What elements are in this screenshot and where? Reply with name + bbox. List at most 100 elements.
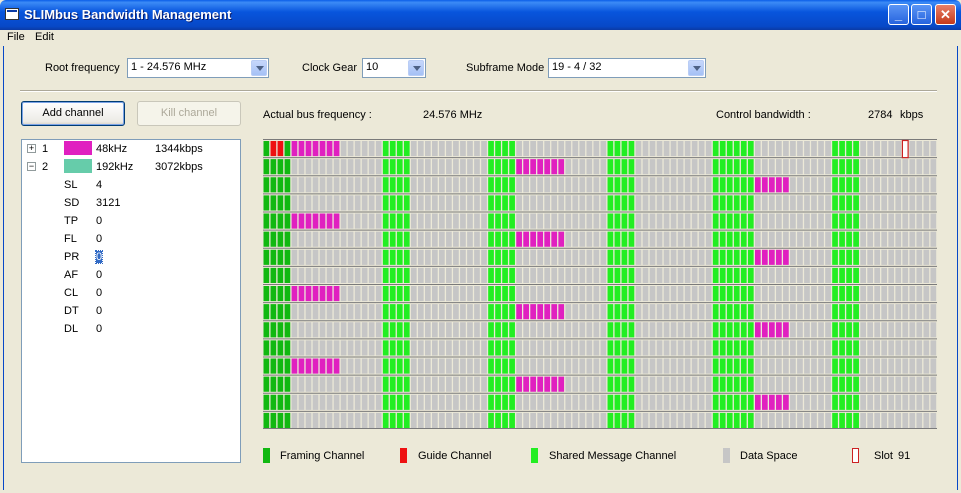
slot-cell[interactable]	[726, 286, 733, 302]
slot-cell[interactable]	[516, 358, 522, 374]
slot-cell[interactable]	[670, 340, 677, 356]
slot-cell[interactable]	[446, 394, 452, 410]
slot-cell[interactable]	[923, 231, 930, 247]
slot-cell[interactable]	[818, 195, 824, 211]
slot-cell[interactable]	[719, 159, 726, 175]
slot-cell[interactable]	[439, 141, 445, 157]
slot-cell[interactable]	[474, 195, 480, 211]
slot-cell[interactable]	[769, 394, 775, 410]
slot-cell[interactable]	[403, 159, 410, 175]
slot-cell[interactable]	[614, 159, 621, 175]
channel-detail-row[interactable]: AF 0	[22, 266, 240, 284]
slot-cell[interactable]	[537, 286, 544, 302]
slot-cell[interactable]	[670, 394, 677, 410]
slot-cell[interactable]	[649, 231, 656, 247]
slot-cell[interactable]	[677, 358, 684, 374]
slot-cell[interactable]	[600, 195, 607, 211]
slot-cell[interactable]	[881, 376, 888, 392]
slot-cell[interactable]	[607, 177, 614, 193]
slot-cell[interactable]	[453, 249, 459, 265]
slot-cell[interactable]	[502, 213, 508, 229]
slot-cell[interactable]	[417, 159, 424, 175]
slot-cell[interactable]	[389, 267, 396, 284]
slot-cell[interactable]	[495, 358, 501, 374]
slot-cell[interactable]	[453, 141, 459, 157]
slot-cell[interactable]	[410, 177, 417, 193]
slot-cell[interactable]	[607, 376, 614, 392]
slot-cell[interactable]	[839, 159, 845, 175]
slot-cell[interactable]	[832, 267, 838, 284]
slot-cell[interactable]	[361, 340, 368, 356]
slot-cell[interactable]	[663, 412, 670, 429]
slot-cell[interactable]	[502, 358, 508, 374]
slot-cell[interactable]	[558, 322, 565, 338]
slot-cell[interactable]	[719, 394, 726, 410]
slot-cell[interactable]	[740, 376, 747, 392]
slot-cell[interactable]	[488, 358, 494, 374]
slot-cell[interactable]	[593, 286, 600, 302]
slot-cell[interactable]	[916, 286, 923, 302]
slot-cell[interactable]	[551, 358, 558, 374]
slot-cell[interactable]	[635, 267, 642, 284]
slot-cell[interactable]	[642, 177, 649, 193]
slot-cell[interactable]	[488, 286, 494, 302]
slot-cell[interactable]	[888, 376, 895, 392]
slot-cell[interactable]	[284, 322, 291, 338]
slot-cell[interactable]	[670, 286, 677, 302]
slot-cell[interactable]	[754, 376, 761, 392]
slot-cell[interactable]	[319, 159, 326, 175]
slot-cell[interactable]	[530, 249, 537, 265]
slot-cell[interactable]	[460, 412, 466, 429]
slot-cell[interactable]	[354, 394, 361, 410]
slot-cell[interactable]	[340, 340, 347, 356]
slot-cell[interactable]	[705, 159, 712, 175]
slot-cell[interactable]	[572, 249, 579, 265]
slot-cell[interactable]	[663, 358, 670, 374]
slot-cell[interactable]	[776, 412, 782, 429]
slot-cell[interactable]	[523, 267, 529, 284]
slot-cell[interactable]	[340, 376, 347, 392]
slot-cell[interactable]	[460, 376, 466, 392]
slot-cell[interactable]	[375, 322, 382, 338]
slot-cell[interactable]	[495, 322, 501, 338]
slot-cell[interactable]	[881, 340, 888, 356]
slot-cell[interactable]	[747, 286, 754, 302]
slot-cell[interactable]	[270, 213, 277, 229]
slot-cell[interactable]	[691, 340, 698, 356]
slot-cell[interactable]	[874, 322, 881, 338]
slot-cell[interactable]	[698, 376, 705, 392]
slot-cell[interactable]	[726, 267, 733, 284]
slot-cell[interactable]	[389, 141, 396, 157]
slot-cell[interactable]	[797, 304, 803, 320]
slot-cell[interactable]	[783, 286, 789, 302]
slot-cell[interactable]	[902, 231, 909, 247]
slot-cell[interactable]	[291, 213, 298, 229]
slot-cell[interactable]	[382, 340, 389, 356]
slot-cell[interactable]	[614, 286, 621, 302]
slot-cell[interactable]	[867, 213, 874, 229]
slot-cell[interactable]	[375, 394, 382, 410]
slot-cell[interactable]	[677, 195, 684, 211]
slot-cell[interactable]	[607, 322, 614, 338]
slot-cell[interactable]	[916, 267, 923, 284]
slot-cell[interactable]	[502, 177, 508, 193]
slot-cell[interactable]	[677, 231, 684, 247]
slot-cell[interactable]	[558, 231, 565, 247]
slot-cell[interactable]	[740, 267, 747, 284]
slot-cell[interactable]	[712, 322, 719, 338]
slot-cell[interactable]	[410, 267, 417, 284]
slot-cell[interactable]	[558, 177, 565, 193]
slot-cell[interactable]	[656, 141, 663, 157]
slot-cell[interactable]	[382, 195, 389, 211]
slot-cell[interactable]	[326, 195, 333, 211]
slot-cell[interactable]	[804, 412, 810, 429]
slot-cell[interactable]	[460, 322, 466, 338]
slot-cell[interactable]	[797, 177, 803, 193]
slot-cell[interactable]	[783, 412, 789, 429]
slot-cell[interactable]	[284, 249, 291, 265]
slot-cell[interactable]	[698, 358, 705, 374]
slot-cell[interactable]	[874, 195, 881, 211]
slot-cell[interactable]	[424, 213, 431, 229]
slot-cell[interactable]	[691, 249, 698, 265]
slot-cell[interactable]	[277, 394, 284, 410]
